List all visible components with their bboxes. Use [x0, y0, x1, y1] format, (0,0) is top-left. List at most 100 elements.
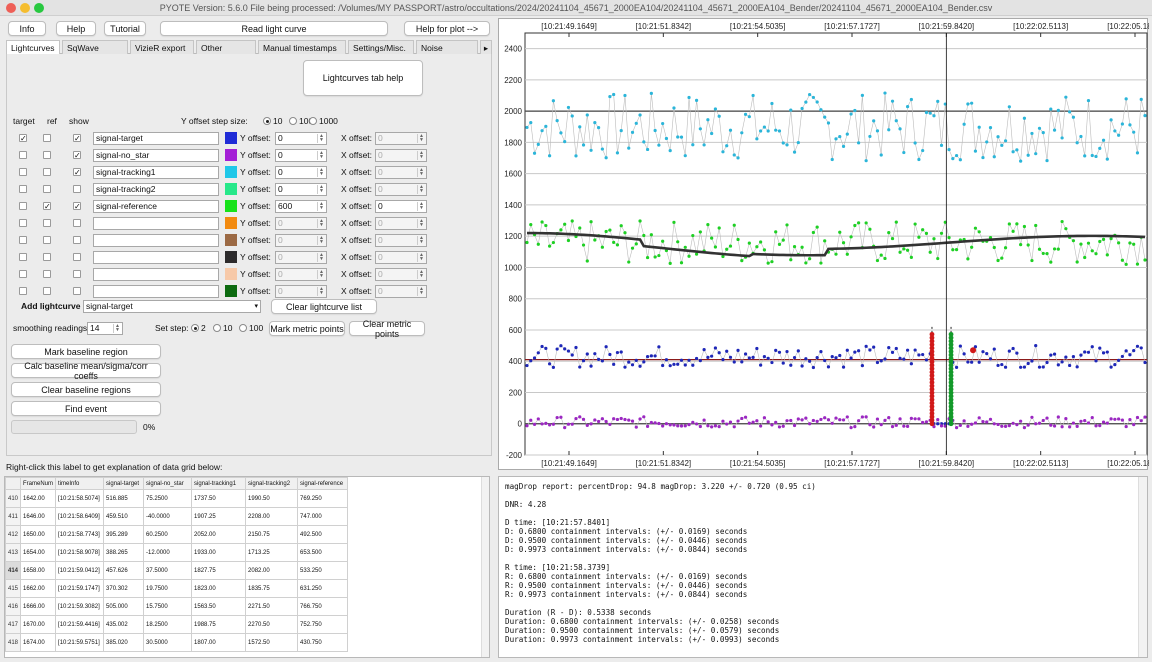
color-swatch[interactable]	[225, 217, 237, 229]
grid-cell[interactable]: 516.885	[103, 489, 145, 508]
ref-checkbox[interactable]	[43, 287, 51, 295]
y-offset-stepper[interactable]: 0 ▲ ▼	[275, 234, 327, 247]
grid-cell[interactable]: 1807.00	[191, 633, 247, 652]
grid-cell[interactable]: 1823.00	[191, 579, 247, 598]
grid-cell[interactable]: [10:21:59.1747]	[55, 579, 105, 598]
report-scrollbar[interactable]	[1138, 477, 1147, 657]
tab-other-models[interactable]: Other models	[196, 40, 256, 67]
y-offset-stepper[interactable]: 0 ▲ ▼	[275, 217, 327, 230]
lightcurve-name-field[interactable]: signal-no_star	[93, 149, 219, 162]
grid-cell[interactable]: 752.750	[297, 615, 349, 634]
y-offset-stepper[interactable]: 0 ▲ ▼	[275, 166, 327, 179]
tutorial-button[interactable]: Tutorial	[104, 21, 146, 36]
grid-cell[interactable]: 2271.50	[245, 597, 299, 616]
grid-cell[interactable]: 1563.50	[191, 597, 247, 616]
grid-cell[interactable]: 385.020	[103, 633, 145, 652]
ref-checkbox[interactable]	[43, 270, 51, 278]
grid-cell[interactable]: 435.002	[103, 615, 145, 634]
grid-cell[interactable]: 75.2500	[143, 489, 193, 508]
set-step-100-radio[interactable]	[239, 324, 247, 332]
grid-cell[interactable]: 653.500	[297, 543, 349, 562]
grid-column-header[interactable]: timeInfo	[55, 477, 105, 490]
x-offset-stepper[interactable]: 0 ▲ ▼	[375, 149, 427, 162]
set-step-10-radio[interactable]	[213, 324, 221, 332]
table-row[interactable]: 417 1670.00 [10:21:59.4416] 435.002 18.2500 1…	[5, 615, 349, 634]
tab-lightcurves[interactable]: Lightcurves	[6, 40, 60, 54]
lightcurve-name-field[interactable]: signal-target	[93, 132, 219, 145]
lightcurve-name-field[interactable]	[93, 268, 219, 281]
clear-metric-points-button[interactable]: Clear metric points	[349, 319, 425, 339]
grid-cell[interactable]: 1713.25	[245, 543, 299, 562]
help-button[interactable]: Help	[56, 21, 96, 36]
color-swatch[interactable]	[225, 285, 237, 297]
show-checkbox[interactable]	[73, 270, 81, 278]
y-step-10-radio[interactable]	[263, 117, 271, 125]
y-step-100-radio[interactable]	[289, 117, 297, 125]
table-row[interactable]: 410 1642.00 [10:21:58.5074] 516.885 75.2500 1…	[5, 489, 349, 508]
clear-baseline-regions-button[interactable]: Clear baseline regions	[11, 382, 161, 397]
grid-cell[interactable]: 631.250	[297, 579, 349, 598]
grid-column-header[interactable]: signal-no_star	[143, 477, 193, 490]
table-row[interactable]: 414 1658.00 [10:21:59.0412] 457.626 37.5000 1…	[5, 561, 349, 580]
grid-cell[interactable]: 395.289	[103, 525, 145, 544]
target-checkbox[interactable]	[19, 236, 27, 244]
grid-cell[interactable]: 370.302	[103, 579, 145, 598]
y-offset-stepper[interactable]: 0 ▲ ▼	[275, 183, 327, 196]
stepper-arrows-icon[interactable]: ▲ ▼	[113, 324, 121, 333]
grid-cell[interactable]: 1988.75	[191, 615, 247, 634]
grid-cell[interactable]: 1572.50	[245, 633, 299, 652]
y-offset-stepper[interactable]: 0 ▲ ▼	[275, 132, 327, 145]
grid-column-header[interactable]: signal-reference	[297, 477, 349, 490]
color-swatch[interactable]	[225, 132, 237, 144]
grid-cell[interactable]: 1737.50	[191, 489, 247, 508]
grid-cell[interactable]: 1662.00	[20, 579, 57, 598]
light-curve-plot[interactable]: 2400 2200 2000 1800 1600 1400 1200 1000 800 600 40…	[498, 18, 1152, 471]
grid-cell[interactable]: 766.750	[297, 597, 349, 616]
y-offset-stepper[interactable]: 0 ▲ ▼	[275, 285, 327, 298]
show-checkbox[interactable]: ✓	[73, 151, 81, 160]
grid-cell[interactable]: 1650.00	[20, 525, 57, 544]
show-checkbox[interactable]	[73, 236, 81, 244]
grid-scrollbar[interactable]	[481, 477, 489, 657]
show-checkbox[interactable]	[73, 287, 81, 295]
target-checkbox[interactable]	[19, 202, 27, 210]
x-offset-stepper[interactable]: 0 ▲ ▼	[375, 200, 427, 213]
tab-vizier-export[interactable]: VizieR export	[130, 40, 194, 54]
read-light-curve-button[interactable]: Read light curve	[160, 21, 388, 36]
x-offset-stepper[interactable]: 0 ▲ ▼	[375, 234, 427, 247]
lightcurve-name-field[interactable]: signal-tracking1	[93, 166, 219, 179]
grid-cell[interactable]: [10:21:59.5751]	[55, 633, 105, 652]
grid-cell[interactable]: 2052.00	[191, 525, 247, 544]
lightcurve-name-field[interactable]	[93, 285, 219, 298]
table-row[interactable]: 411 1646.00 [10:21:58.6409] 459.510 -40.0000…	[5, 507, 349, 526]
x-offset-stepper[interactable]: 0 ▲ ▼	[375, 285, 427, 298]
grid-cell[interactable]: 2150.75	[245, 525, 299, 544]
ref-checkbox[interactable]: ✓	[43, 202, 51, 211]
grid-cell[interactable]: [10:21:59.3082]	[55, 597, 105, 616]
grid-cell[interactable]: 18.2500	[143, 615, 193, 634]
close-window-icon[interactable]	[6, 3, 16, 13]
grid-cell[interactable]: 60.2500	[143, 525, 193, 544]
zoom-window-icon[interactable]	[34, 3, 44, 13]
target-checkbox[interactable]	[19, 270, 27, 278]
grid-cell[interactable]: 1835.75	[245, 579, 299, 598]
grid-cell[interactable]: 15.7500	[143, 597, 193, 616]
table-row[interactable]: 416 1666.00 [10:21:59.3082] 505.000 15.7500 1…	[5, 597, 349, 616]
x-offset-stepper[interactable]: 0 ▲ ▼	[375, 251, 427, 264]
grid-cell[interactable]: -12.0000	[143, 543, 193, 562]
grid-cell[interactable]: 1654.00	[20, 543, 57, 562]
lightcurve-name-field[interactable]	[93, 217, 219, 230]
target-checkbox[interactable]	[19, 151, 27, 159]
tab-sqwave-model[interactable]: SqWave model	[62, 40, 128, 67]
color-swatch[interactable]	[225, 234, 237, 246]
target-checkbox[interactable]	[19, 168, 27, 176]
clear-lightcurve-list-button[interactable]: Clear lightcurve list	[271, 299, 377, 314]
grid-cell[interactable]: 505.000	[103, 597, 145, 616]
grid-cell[interactable]: 1674.00	[20, 633, 57, 652]
grid-column-header[interactable]: signal-tracking1	[191, 477, 247, 490]
set-step-2-radio[interactable]	[191, 324, 199, 332]
show-checkbox[interactable]	[73, 219, 81, 227]
y-offset-stepper[interactable]: 0 ▲ ▼	[275, 149, 327, 162]
color-swatch[interactable]	[225, 149, 237, 161]
plot-canvas[interactable]: 2400220020001800160014001200100080060040…	[499, 19, 1152, 471]
